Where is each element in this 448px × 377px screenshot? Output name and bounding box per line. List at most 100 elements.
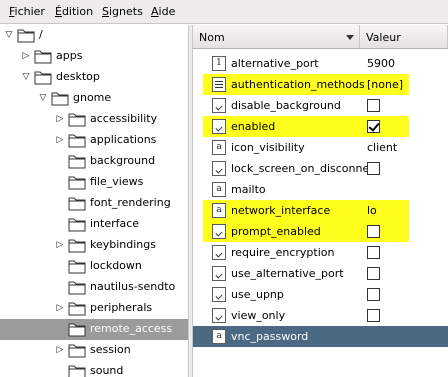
key-name: alternative_port	[231, 57, 319, 70]
tree-node-label: interface	[90, 217, 140, 230]
expander-collapsed-icon[interactable]: ▷	[55, 303, 65, 313]
value-checkbox[interactable]	[367, 162, 380, 175]
tree-node-label: /	[39, 28, 43, 41]
key-row[interactable]: disable_background	[193, 95, 448, 116]
key-row[interactable]: require_encryption	[193, 242, 448, 263]
expander-collapsed-icon[interactable]: ▷	[55, 114, 65, 124]
value-checkbox[interactable]	[367, 99, 380, 112]
value-checkbox[interactable]	[367, 309, 380, 322]
folder-icon	[68, 197, 86, 211]
value-checkbox[interactable]	[367, 267, 380, 280]
tree-node[interactable]: file_views	[0, 172, 188, 193]
value-checkbox[interactable]	[367, 120, 380, 133]
expander-expanded-icon[interactable]: ▽	[21, 72, 31, 82]
key-name: vnc_password	[231, 330, 309, 343]
key-row[interactable]: use_alternative_port	[193, 263, 448, 284]
folder-icon	[51, 92, 69, 106]
menu-aide[interactable]: Aide	[151, 5, 175, 18]
tree-node-label: apps	[56, 49, 83, 62]
key-name: use_alternative_port	[231, 267, 344, 280]
string-type-icon: a	[212, 182, 226, 197]
bool-type-icon	[212, 245, 226, 260]
bool-type-icon	[212, 161, 226, 176]
tree-node-label: nautilus-sendto	[90, 280, 176, 293]
key-row[interactable]: a network_interface lo	[193, 200, 448, 221]
column-header-value[interactable]: Valeur	[360, 25, 448, 49]
tree-node-label: session	[90, 343, 131, 356]
expander-collapsed-icon[interactable]: ▷	[55, 240, 65, 250]
key-value[interactable]: lo	[367, 204, 377, 217]
key-value[interactable]: [none]	[367, 78, 403, 91]
tree-node[interactable]: nautilus-sendto	[0, 277, 188, 298]
keys-list[interactable]: Nom Valeur 1 alternative_port 5900 authenti…	[193, 25, 448, 377]
folder-icon	[68, 134, 86, 148]
tree-node-label: applications	[90, 133, 157, 146]
expander-collapsed-icon[interactable]: ▷	[21, 51, 31, 61]
folder-icon	[68, 260, 86, 274]
expander-collapsed-icon[interactable]: ▷	[55, 135, 65, 145]
key-name: lock_screen_on_disconnect	[231, 162, 380, 175]
directory-tree[interactable]: ▽ / ▷ apps ▽ desktop ▽ gnome ▷ accessibility ▷ appl…	[0, 25, 188, 377]
key-row[interactable]: lock_screen_on_disconnect	[193, 158, 448, 179]
tree-node[interactable]: ▷ peripherals	[0, 298, 188, 319]
key-name: prompt_enabled	[231, 225, 321, 238]
tree-node-label: file_views	[90, 175, 144, 188]
tree-node[interactable]: sound	[0, 361, 188, 377]
key-row[interactable]: 1 alternative_port 5900	[193, 53, 448, 74]
tree-node[interactable]: background	[0, 151, 188, 172]
key-row[interactable]: a icon_visibility client	[193, 137, 448, 158]
tree-node[interactable]: ▽ /	[0, 25, 188, 46]
expander-collapsed-icon[interactable]: ▷	[55, 345, 65, 355]
menu-signets[interactable]: Signets	[102, 5, 143, 18]
key-row[interactable]: enabled	[193, 116, 448, 137]
menu-fichier[interactable]: Fichier	[9, 5, 45, 18]
string-type-icon: a	[212, 203, 226, 218]
tree-node[interactable]: ▷ apps	[0, 46, 188, 67]
folder-icon	[68, 302, 86, 316]
folder-icon	[68, 344, 86, 358]
tree-node-label: desktop	[56, 70, 100, 83]
key-row[interactable]: prompt_enabled	[193, 221, 448, 242]
key-name: use_upnp	[231, 288, 284, 301]
value-checkbox[interactable]	[367, 288, 380, 301]
tree-node[interactable]: remote_access	[0, 319, 188, 340]
value-checkbox[interactable]	[367, 246, 380, 259]
tree-node[interactable]: interface	[0, 214, 188, 235]
value-checkbox[interactable]	[367, 225, 380, 238]
key-row[interactable]: a mailto	[193, 179, 448, 200]
key-row[interactable]: view_only	[193, 305, 448, 326]
tree-node[interactable]: ▷ applications	[0, 130, 188, 151]
key-row[interactable]: authentication_methods [none]	[193, 74, 448, 95]
key-row[interactable]: use_upnp	[193, 284, 448, 305]
key-value[interactable]: client	[367, 141, 397, 154]
key-name: require_encryption	[231, 246, 335, 259]
expander-spacer	[55, 366, 65, 376]
folder-icon	[34, 71, 52, 85]
int-type-icon: 1	[212, 56, 226, 71]
tree-node[interactable]: ▷ accessibility	[0, 109, 188, 130]
key-row[interactable]: a vnc_password	[193, 326, 448, 347]
key-value[interactable]: 5900	[367, 57, 395, 70]
expander-expanded-icon[interactable]: ▽	[38, 93, 48, 103]
key-name: authentication_methods	[231, 78, 365, 91]
tree-node[interactable]: ▷ session	[0, 340, 188, 361]
column-header-name[interactable]: Nom	[193, 25, 360, 49]
list-type-icon	[212, 77, 226, 92]
key-name: network_interface	[231, 204, 331, 217]
key-name: disable_background	[231, 99, 341, 112]
menu-edition[interactable]: Édition	[55, 5, 93, 18]
key-name: mailto	[231, 183, 266, 196]
tree-node[interactable]: ▽ gnome	[0, 88, 188, 109]
tree-node[interactable]: ▷ keybindings	[0, 235, 188, 256]
tree-node[interactable]: font_rendering	[0, 193, 188, 214]
expander-expanded-icon[interactable]: ▽	[4, 30, 14, 40]
tree-node-label: peripherals	[90, 301, 153, 314]
tree-node[interactable]: lockdown	[0, 256, 188, 277]
tree-node[interactable]: ▽ desktop	[0, 67, 188, 88]
expander-spacer	[55, 261, 65, 271]
folder-icon	[68, 155, 86, 169]
expander-spacer	[55, 156, 65, 166]
expander-spacer	[55, 198, 65, 208]
key-name: icon_visibility	[231, 141, 305, 154]
tree-node-label: gnome	[73, 91, 112, 104]
